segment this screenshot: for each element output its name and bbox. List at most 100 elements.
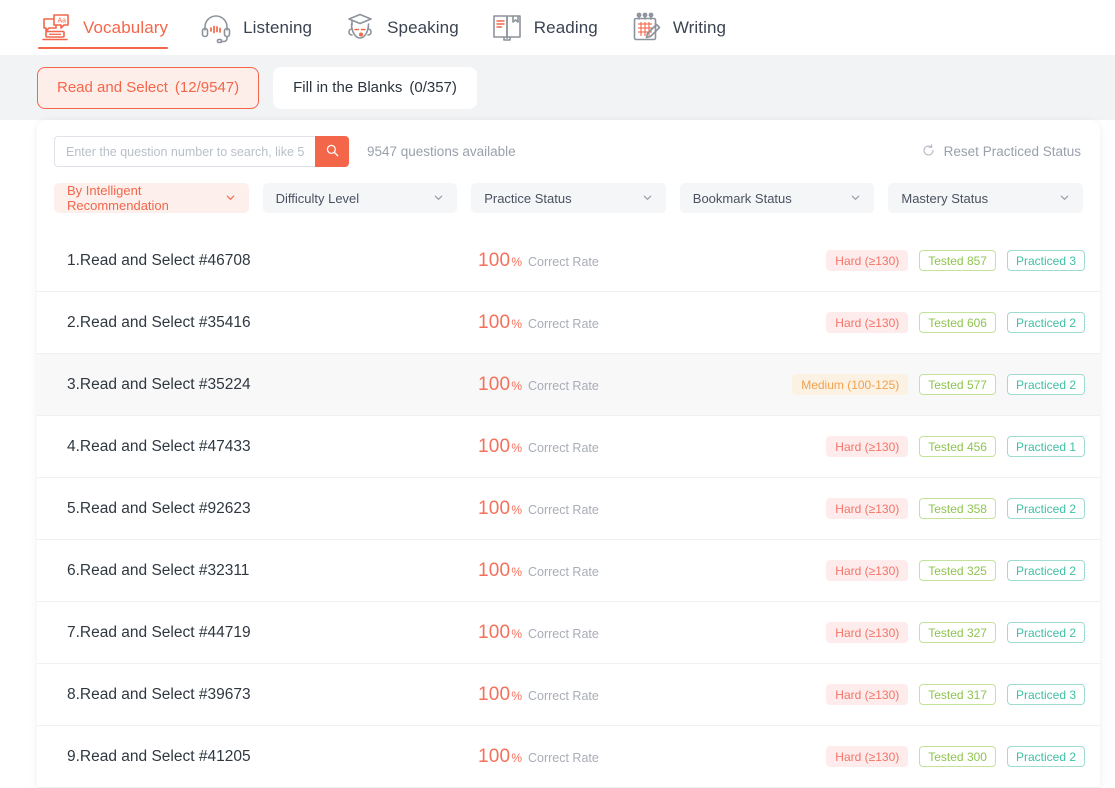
table-row[interactable]: 3.Read and Select #35224 100% Correct Rate… xyxy=(37,354,1100,416)
question-title: 7.Read and Select #44719 xyxy=(67,623,251,641)
row-badges: Hard (≥130) Tested 358 Practiced 2 xyxy=(826,498,1085,519)
filter-0[interactable]: By Intelligent Recommendation xyxy=(54,183,249,213)
question-title: 3.Read and Select #35224 xyxy=(67,375,251,393)
percent-sign: % xyxy=(511,316,522,331)
filter-label: By Intelligent Recommendation xyxy=(67,183,169,213)
tested-badge: Tested 325 xyxy=(919,560,996,581)
practiced-badge: Practiced 3 xyxy=(1006,250,1085,271)
correct-rate: 100% Correct Rate xyxy=(478,560,599,582)
row-badges: Hard (≥130) Tested 456 Practiced 1 xyxy=(826,436,1085,457)
tab-read-and-select[interactable]: Read and Select (12/9547) xyxy=(37,66,260,109)
filter-label: Difficulty Level xyxy=(275,190,360,206)
question-title: 9.Read and Select #41205 xyxy=(67,747,251,765)
percent-sign: % xyxy=(511,502,522,517)
table-row[interactable]: 8.Read and Select #39673 100% Correct Rate… xyxy=(37,664,1100,726)
correct-rate: 100% Correct Rate xyxy=(478,684,599,706)
tested-badge: Tested 300 xyxy=(919,746,996,767)
main-navigation: Aa Vocabulary Listening Speaking Reading… xyxy=(0,0,1115,55)
correct-rate-label: Correct Rate xyxy=(527,378,599,393)
correct-rate-value: 100 xyxy=(478,745,511,767)
correct-rate-value: 100 xyxy=(478,559,511,581)
filter-4[interactable]: Mastery Status xyxy=(888,183,1083,213)
practiced-badge: Practiced 2 xyxy=(1006,498,1085,519)
search-input[interactable] xyxy=(54,136,315,167)
nav-item-listening[interactable]: Listening xyxy=(192,0,336,55)
question-title: 5.Read and Select #92623 xyxy=(67,499,251,517)
difficulty-badge: Hard (≥130) xyxy=(826,560,909,581)
filter-2[interactable]: Practice Status xyxy=(471,183,666,213)
tested-badge: Tested 456 xyxy=(919,436,996,457)
practiced-badge: Practiced 2 xyxy=(1006,374,1085,395)
graduate-face-icon xyxy=(342,10,378,46)
table-row[interactable]: 5.Read and Select #92623 100% Correct Rate… xyxy=(37,478,1100,540)
filter-label: Bookmark Status xyxy=(692,190,792,206)
tested-badge: Tested 577 xyxy=(919,374,996,395)
row-badges: Hard (≥130) Tested 606 Practiced 2 xyxy=(826,312,1085,333)
refresh-icon xyxy=(921,143,936,161)
correct-rate-value: 100 xyxy=(478,311,511,333)
headset-icon xyxy=(198,10,234,46)
table-row[interactable]: 9.Read and Select #41205 100% Correct Rate… xyxy=(37,726,1100,788)
search-group xyxy=(54,136,349,167)
chevron-down-icon xyxy=(1059,191,1070,206)
chevron-down-icon xyxy=(642,191,653,206)
percent-sign: % xyxy=(511,564,522,579)
difficulty-badge: Hard (≥130) xyxy=(826,250,909,271)
tab-fill-in-the-blanks[interactable]: Fill in the Blanks (0/357) xyxy=(273,66,477,109)
difficulty-badge: Hard (≥130) xyxy=(826,312,909,333)
question-list: 1.Read and Select #46708 100% Correct Rate… xyxy=(37,230,1100,788)
difficulty-badge: Hard (≥130) xyxy=(826,746,909,767)
correct-rate-value: 100 xyxy=(478,373,511,395)
correct-rate-label: Correct Rate xyxy=(527,316,599,331)
table-row[interactable]: 6.Read and Select #32311 100% Correct Rate… xyxy=(37,540,1100,602)
tested-badge: Tested 327 xyxy=(919,622,996,643)
list-toolbar: 9547 questions available Reset Practiced… xyxy=(37,120,1100,183)
chevron-down-icon xyxy=(225,191,236,206)
tab-count: (0/357) xyxy=(409,79,457,96)
percent-sign: % xyxy=(511,440,522,455)
percent-sign: % xyxy=(511,750,522,765)
row-badges: Medium (100-125) Tested 577 Practiced 2 xyxy=(792,374,1085,395)
correct-rate: 100% Correct Rate xyxy=(478,250,599,272)
filter-3[interactable]: Bookmark Status xyxy=(679,183,875,213)
filter-label: Practice Status xyxy=(484,190,572,206)
question-title: 4.Read and Select #47433 xyxy=(67,437,251,455)
correct-rate-label: Correct Rate xyxy=(527,254,599,269)
row-badges: Hard (≥130) Tested 300 Practiced 2 xyxy=(826,746,1085,767)
correct-rate-label: Correct Rate xyxy=(527,440,599,455)
table-row[interactable]: 4.Read and Select #47433 100% Correct Rate… xyxy=(37,416,1100,478)
table-row[interactable]: 1.Read and Select #46708 100% Correct Rate… xyxy=(37,230,1100,292)
correct-rate: 100% Correct Rate xyxy=(478,374,599,396)
reset-practiced-status-button[interactable]: Reset Practiced Status xyxy=(921,143,1083,161)
question-title: 8.Read and Select #39673 xyxy=(67,685,251,703)
practiced-badge: Practiced 2 xyxy=(1006,560,1085,581)
filter-1[interactable]: Difficulty Level xyxy=(262,183,458,213)
correct-rate: 100% Correct Rate xyxy=(478,622,599,644)
row-badges: Hard (≥130) Tested 327 Practiced 2 xyxy=(826,622,1085,643)
correct-rate-value: 100 xyxy=(478,621,511,643)
difficulty-badge: Hard (≥130) xyxy=(826,622,909,643)
table-row[interactable]: 7.Read and Select #44719 100% Correct Rate… xyxy=(37,602,1100,664)
filter-bar: By Intelligent Recommendation Difficulty … xyxy=(37,183,1100,213)
nav-label: Listening xyxy=(243,17,313,37)
search-button[interactable] xyxy=(315,136,349,167)
nav-item-writing[interactable]: Writing xyxy=(622,0,750,55)
correct-rate-value: 100 xyxy=(478,497,511,519)
correct-rate-label: Correct Rate xyxy=(527,564,599,579)
difficulty-badge: Hard (≥130) xyxy=(826,436,909,457)
percent-sign: % xyxy=(511,626,522,641)
nav-item-speaking[interactable]: Speaking xyxy=(336,0,483,55)
difficulty-badge: Medium (100-125) xyxy=(792,374,909,395)
difficulty-badge: Hard (≥130) xyxy=(826,684,909,705)
chevron-down-icon xyxy=(433,191,444,206)
question-title: 6.Read and Select #32311 xyxy=(67,561,250,579)
nav-item-reading[interactable]: Reading xyxy=(483,0,622,55)
available-count: 9547 questions available xyxy=(367,144,516,159)
practiced-badge: Practiced 2 xyxy=(1006,746,1085,767)
nav-label: Speaking xyxy=(387,17,459,37)
svg-text:Aa: Aa xyxy=(58,17,67,24)
row-badges: Hard (≥130) Tested 317 Practiced 3 xyxy=(826,684,1085,705)
nav-item-vocabulary[interactable]: Aa Vocabulary xyxy=(32,0,192,55)
table-row[interactable]: 2.Read and Select #35416 100% Correct Rate… xyxy=(37,292,1100,354)
tested-badge: Tested 857 xyxy=(919,250,996,271)
